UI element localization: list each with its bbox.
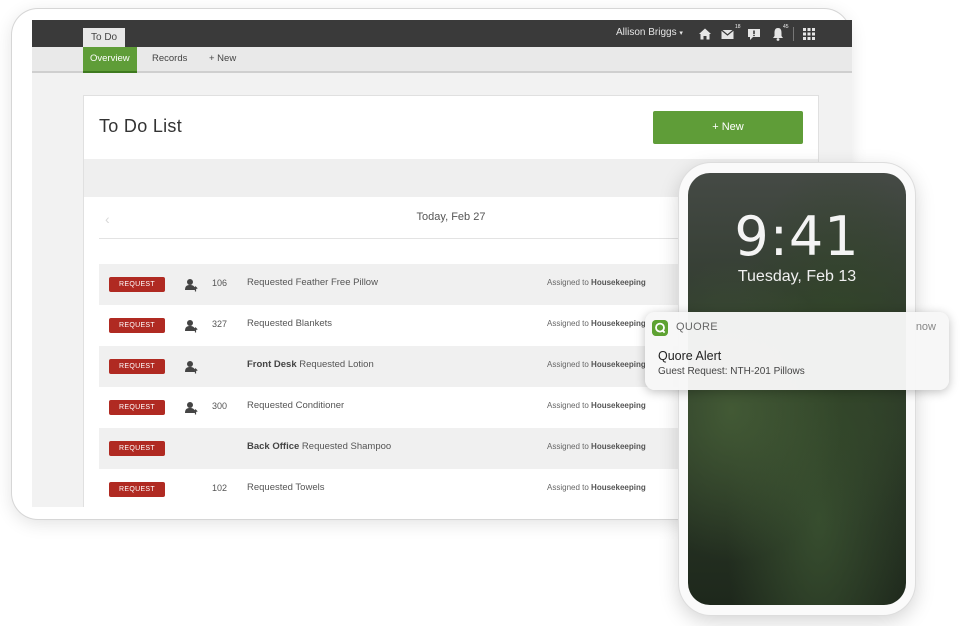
location-label: Back Office [247,441,300,452]
todo-description-text: Requested Towels [247,482,325,493]
todo-description: Requested Conditioner [247,400,344,411]
push-notification[interactable]: QUORE now Quore Alert Guest Request: NTH… [645,312,949,390]
mail-icon[interactable] [720,26,736,42]
notification-title: Quore Alert [658,349,722,363]
room-number: 102 [212,483,228,493]
user-menu[interactable]: Allison Briggs ▾ [616,20,683,47]
assigned-prefix: Assigned to [547,483,589,492]
assignee: Housekeeping [591,401,646,410]
todo-description: Requested Blankets [247,318,332,329]
notification-time: now [915,321,936,333]
mail-count: 18 [735,24,741,30]
new-todo-button[interactable]: + New [653,111,803,144]
assignee: Housekeeping [591,483,646,492]
person-arrow-icon [185,361,198,374]
top-bar: To Do Allison Briggs ▾ 18 45 [32,20,852,47]
tab-todo[interactable]: To Do [83,28,126,47]
todo-description: Back Office Requested Shampoo [247,441,391,452]
apps-grid-icon[interactable] [801,26,817,42]
assigned-prefix: Assigned to [547,278,589,287]
request-badge: REQUEST [109,359,165,374]
assignee: Housekeeping [591,278,646,287]
request-badge: REQUEST [109,277,165,292]
sub-navigation: Overview Records + New [32,47,852,73]
todo-description-text: Requested Shampoo [301,441,392,452]
caret-down-icon: ▾ [679,30,683,37]
todo-description: Requested Towels [247,482,324,493]
assignment: Assigned to Housekeeping [547,442,646,451]
quore-app-icon [652,320,668,336]
person-arrow-icon [185,279,198,292]
assignee: Housekeeping [591,442,646,451]
todo-description-text: Requested Feather Free Pillow [247,277,378,288]
chat-icon[interactable] [746,26,762,42]
assigned-prefix: Assigned to [547,360,589,369]
todo-description-text: Requested Conditioner [247,400,345,411]
todo-description-text: Requested Lotion [299,359,374,370]
assignee: Housekeeping [591,360,646,369]
page-title: To Do List [99,116,183,136]
room-number: 300 [212,401,228,411]
assigned-prefix: Assigned to [547,319,589,328]
todo-description-text: Requested Blankets [247,318,333,329]
lock-date: Tuesday, Feb 13 [737,268,857,285]
lock-time: 9:41 [734,205,860,268]
assignment: Assigned to Housekeeping [547,401,646,410]
location-label: Front Desk [247,359,297,370]
request-badge: REQUEST [109,400,165,415]
room-number: 106 [212,278,228,288]
subnav-overview[interactable]: Overview [83,47,137,73]
subnav-records[interactable]: Records [152,47,187,71]
request-badge: REQUEST [109,482,165,497]
assignment: Assigned to Housekeeping [547,319,646,328]
todo-description: Requested Feather Free Pillow [247,277,378,288]
person-arrow-icon [185,320,198,333]
notification-body: Guest Request: NTH-201 Pillows [658,366,805,377]
topbar-divider [793,27,794,41]
assignment: Assigned to Housekeeping [547,483,646,492]
assignment: Assigned to Housekeeping [547,360,646,369]
home-icon[interactable] [697,26,713,42]
request-badge: REQUEST [109,318,165,333]
assigned-prefix: Assigned to [547,442,589,451]
room-number: 327 [212,319,228,329]
notification-app-name: QUORE [676,321,718,333]
assignment: Assigned to Housekeeping [547,278,646,287]
assignee: Housekeeping [591,319,646,328]
assigned-prefix: Assigned to [547,401,589,410]
alert-count: 45 [783,24,789,30]
todo-description: Front Desk Requested Lotion [247,359,374,370]
user-name-label: Allison Briggs [616,27,677,38]
request-badge: REQUEST [109,441,165,456]
person-arrow-icon [185,402,198,415]
subnav-new[interactable]: + New [209,47,236,71]
